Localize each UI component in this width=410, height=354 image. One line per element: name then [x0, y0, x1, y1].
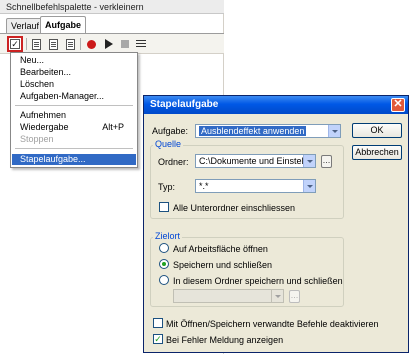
toolbar-separator	[26, 38, 27, 50]
radio-save-close[interactable]	[159, 259, 169, 269]
close-icon: ✕	[393, 98, 403, 110]
source-legend: Quelle	[153, 139, 184, 149]
menu-separator	[15, 105, 133, 106]
radio-save-folder-label: In diesem Ordner speichern und schließen	[173, 276, 343, 286]
dialog-titlebar[interactable]: Stapelaufgabe ✕	[144, 96, 408, 114]
play-icon	[104, 39, 113, 49]
destination-legend: Zielort	[153, 231, 183, 241]
menu-item-stapelaufgabe[interactable]: Stapelaufgabe...	[12, 154, 136, 165]
menu-item-loeschen[interactable]: Löschen	[12, 79, 136, 90]
radio-save-close-label: Speichern und schließen	[173, 260, 273, 270]
record-button[interactable]	[84, 37, 99, 51]
show-errors-checkbox[interactable]: ✓	[153, 334, 163, 344]
cancel-button[interactable]: Abbrechen	[352, 145, 402, 160]
chevron-down-icon	[303, 155, 315, 167]
stop-button[interactable]	[117, 37, 132, 51]
ordner-select[interactable]: C:\Dokumente und Einstellun	[195, 154, 316, 168]
list-view-button[interactable]	[133, 37, 148, 51]
typ-select[interactable]: *.*	[195, 179, 316, 193]
toolbar-separator	[80, 38, 81, 50]
tab-aufgabe[interactable]: Aufgabe	[40, 16, 86, 33]
task-menu: Neu... Bearbeiten... Löschen Aufgaben-Ma…	[10, 52, 138, 168]
menu-item-bearbeiten[interactable]: Bearbeiten...	[12, 67, 136, 78]
aufgabe-select[interactable]: Ausblendeffekt anwenden	[195, 124, 341, 138]
aufgabe-value: Ausblendeffekt anwenden	[199, 126, 307, 136]
radio-open-workspace-label: Auf Arbeitsfläche öffnen	[173, 244, 268, 254]
task-toolbar: ✓	[0, 34, 224, 54]
menu-item-label: Wiedergabe	[20, 122, 69, 132]
list-icon	[135, 39, 146, 49]
deactivate-commands-checkbox[interactable]	[153, 318, 163, 328]
task-manager-button[interactable]	[63, 37, 78, 51]
edit-document-icon	[49, 38, 58, 50]
tab-verlauf[interactable]: Verlauf	[6, 18, 45, 33]
menu-item-aufnehmen[interactable]: Aufnehmen	[12, 110, 136, 121]
menu-item-neu[interactable]: Neu...	[12, 55, 136, 66]
menu-shortcut: Alt+P	[102, 122, 124, 132]
menu-separator	[15, 148, 133, 149]
chevron-down-icon	[271, 290, 283, 302]
radio-save-folder[interactable]	[159, 275, 169, 285]
chevron-down-icon	[303, 180, 315, 192]
typ-label: Typ:	[158, 182, 176, 192]
record-icon	[87, 39, 96, 49]
task-checkbox-button[interactable]: ✓	[7, 36, 23, 52]
typ-value: *.*	[199, 181, 209, 191]
chevron-down-icon	[328, 125, 340, 137]
browse-target-button: …	[289, 290, 300, 303]
ordner-value: C:\Dokumente und Einstellun	[199, 156, 316, 166]
close-button[interactable]: ✕	[391, 98, 405, 112]
menu-item-wiedergabe[interactable]: Wiedergabe Alt+P	[12, 122, 136, 133]
include-subfolders-checkbox[interactable]	[159, 202, 169, 212]
menu-item-aufgaben-manager[interactable]: Aufgaben-Manager...	[12, 91, 136, 102]
include-subfolders-label: Alle Unterordner einschliessen	[173, 203, 296, 213]
edit-task-button[interactable]	[46, 37, 61, 51]
batch-task-dialog: Stapelaufgabe ✕ Aufgabe: Ausblendeffekt …	[143, 95, 409, 353]
checkbox-icon: ✓	[10, 39, 20, 49]
manager-document-icon	[66, 38, 75, 50]
aufgabe-label: Aufgabe:	[152, 126, 189, 136]
deactivate-commands-label: Mit Öffnen/Speichern verwandte Befehle d…	[166, 319, 379, 329]
dialog-title: Stapelaufgabe	[150, 99, 219, 110]
palette-title: Schnellbefehlspalette - verkleinern	[0, 0, 224, 14]
ok-button[interactable]: OK	[352, 123, 402, 138]
browse-folder-button[interactable]: …	[321, 155, 332, 168]
stop-icon	[120, 40, 129, 48]
new-task-button[interactable]	[29, 37, 44, 51]
show-errors-label: Bei Fehler Meldung anzeigen	[166, 335, 284, 345]
target-folder-select	[173, 289, 284, 303]
new-document-icon	[32, 38, 41, 50]
menu-item-stoppen: Stoppen	[20, 134, 54, 144]
radio-open-workspace[interactable]	[159, 243, 169, 253]
ordner-label: Ordner:	[158, 157, 189, 167]
play-button[interactable]	[101, 37, 116, 51]
